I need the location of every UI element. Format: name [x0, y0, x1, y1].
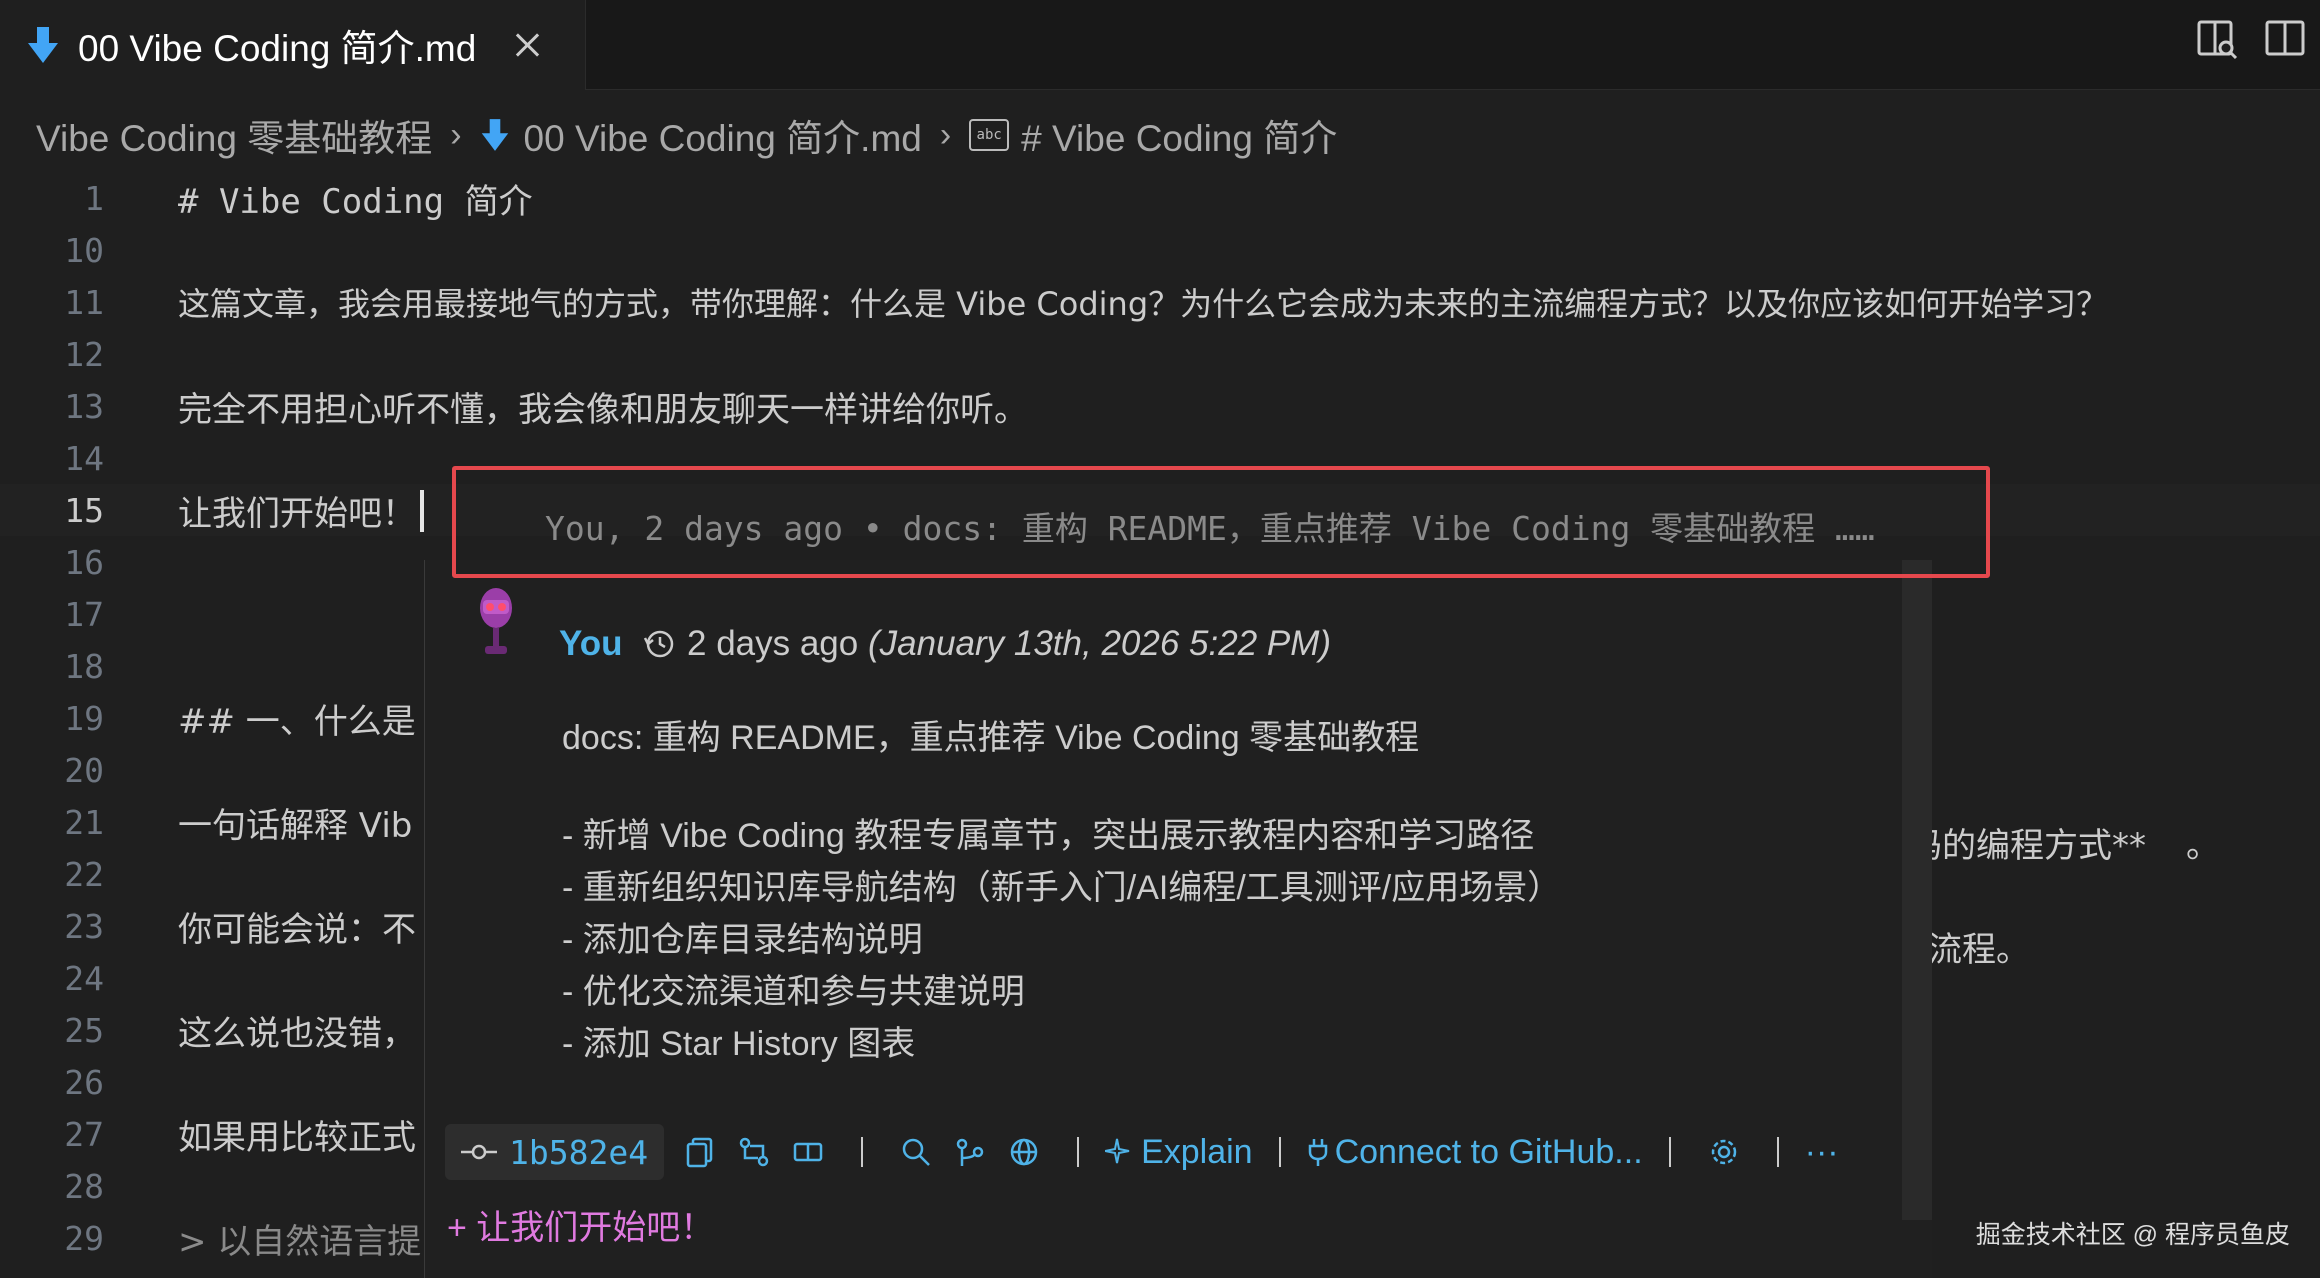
open-changes-icon[interactable] — [738, 1136, 770, 1168]
line-text: ## 一、什么是 — [178, 701, 416, 742]
watermark: 掘金技术社区 @ 程序员鱼皮 — [1975, 1221, 2290, 1249]
relative-time: 2 days ago — [687, 624, 859, 663]
line-number: 21 — [64, 802, 104, 842]
commit-action-bar: 1b582e4 Explain Connect to GitHub... ··· — [445, 1120, 1915, 1184]
breadcrumb-folder[interactable]: Vibe Coding 零基础教程 — [36, 108, 432, 162]
chevron-right-icon: › — [939, 115, 952, 154]
explain-label: Explain — [1141, 1132, 1253, 1171]
search-icon[interactable] — [900, 1136, 932, 1168]
markdown-arrow-icon — [28, 27, 58, 63]
code-line[interactable]: 1 # Vibe Coding 简介 — [0, 172, 2320, 224]
separator — [1668, 1137, 1671, 1167]
editor-window: 00 Vibe Coding 简介.md Vibe Coding 零基础教程 ›… — [0, 0, 2320, 1278]
commit-sha-button[interactable]: 1b582e4 — [445, 1124, 665, 1180]
line-number: 25 — [64, 1010, 104, 1050]
line-number: 14 — [64, 438, 104, 478]
commit-bullet: - 新增 Vibe Coding 教程专属章节，突出展示教程内容和学习路径 — [562, 817, 1535, 855]
line-number: 29 — [64, 1218, 104, 1258]
open-preview-icon[interactable] — [2196, 18, 2238, 60]
line-number: 28 — [64, 1166, 104, 1206]
line-text: 这篇文章，我会用最接地气的方式，带你理解：什么是 Vibe Coding？为什么… — [178, 285, 2109, 323]
commit-time: 2 days ago (January 13th, 2026 5:22 PM) — [687, 624, 1331, 664]
line-number: 12 — [64, 334, 104, 374]
absolute-time: (January 13th, 2026 5:22 PM) — [867, 624, 1332, 663]
string-symbol-icon: abc — [969, 119, 1010, 151]
line-number: 1 — [84, 178, 104, 218]
explain-button[interactable]: Explain — [1105, 1133, 1253, 1172]
compare-icon[interactable] — [792, 1136, 824, 1168]
line-number: 23 — [64, 906, 104, 946]
separator — [861, 1137, 864, 1167]
highlight-annotation-box — [452, 466, 1990, 578]
tab-vibe-coding-md[interactable]: 00 Vibe Coding 简介.md — [0, 0, 586, 90]
line-25-tail: 流程。 — [1928, 930, 2030, 970]
split-editor-icon[interactable] — [2264, 18, 2306, 60]
markdown-arrow-icon — [481, 119, 508, 151]
separator — [1278, 1137, 1281, 1167]
line-number: 16 — [64, 542, 104, 582]
line-number: 22 — [64, 854, 104, 894]
line-text: 一句话解释 Vib — [178, 805, 413, 846]
avatar-robot-icon — [480, 588, 512, 654]
commit-bullet: - 添加 Star History 图表 — [562, 1025, 916, 1063]
code-line[interactable]: 10 — [0, 224, 2320, 276]
globe-icon[interactable] — [1008, 1136, 1040, 1168]
line-text: # Vibe Coding 简介 — [178, 181, 533, 222]
commit-bullet: - 重新组织知识库导航结构（新手入门/AI编程/工具测评/应用场景） — [562, 869, 1562, 907]
text-cursor — [420, 490, 424, 532]
breadcrumb-file[interactable]: 00 Vibe Coding 简介.md — [524, 108, 922, 162]
line-21-tail-end: 。 — [2186, 826, 2220, 866]
line-text: 完全不用担心听不懂，我会像和朋友聊天一样讲给你听。 — [178, 389, 1028, 430]
line-text: 你可能会说：不 — [178, 909, 416, 950]
line-text: 如果用比较正式 — [178, 1117, 416, 1158]
line-number: 20 — [64, 750, 104, 790]
line-number: 24 — [64, 958, 104, 998]
plug-icon — [1308, 1139, 1327, 1166]
line-number: 15 — [64, 490, 104, 530]
graph-icon[interactable] — [954, 1136, 986, 1168]
line-number: 27 — [64, 1114, 104, 1154]
git-commit-icon — [461, 1144, 497, 1160]
commit-message-body: - 新增 Vibe Coding 教程专属章节，突出展示教程内容和学习路径 - … — [562, 810, 1561, 1070]
line-text: 让我们开始吧！ — [178, 493, 416, 534]
code-line[interactable]: 13 完全不用担心听不懂，我会像和朋友聊天一样讲给你听。 — [0, 380, 2320, 432]
history-icon — [643, 630, 674, 658]
breadcrumb-symbol[interactable]: # Vibe Coding 简介 — [1021, 108, 1337, 162]
connect-github-button[interactable]: Connect to GitHub... — [1307, 1133, 1643, 1172]
line-number: 26 — [64, 1062, 104, 1102]
line-number: 17 — [64, 594, 104, 634]
sparkle-icon — [1105, 1138, 1130, 1164]
git-blame-hover-popup: You 2 days ago (January 13th, 2026 5:22 … — [424, 560, 1932, 1278]
code-line[interactable]: 11 这篇文章，我会用最接地气的方式，带你理解：什么是 Vibe Coding？为… — [0, 276, 2320, 328]
line-text: > 以自然语言提 — [178, 1221, 422, 1262]
commit-bullet: - 添加仓库目录结构说明 — [562, 921, 923, 959]
breadcrumb: Vibe Coding 零基础教程 › 00 Vibe Coding 简介.md… — [0, 100, 2320, 170]
settings-icon[interactable] — [1708, 1136, 1740, 1168]
commit-author[interactable]: You — [559, 624, 623, 664]
tab-label: 00 Vibe Coding 简介.md — [78, 28, 477, 69]
line-number: 19 — [64, 698, 104, 738]
line-text: 这么说也没错， — [178, 1013, 416, 1054]
tab-bar: 00 Vibe Coding 简介.md — [0, 0, 2320, 90]
close-tab-icon[interactable] — [512, 30, 542, 60]
line-21-tail-bold: 码的编程方式** — [1908, 826, 2146, 866]
separator — [1077, 1137, 1080, 1167]
line-number: 10 — [64, 230, 104, 270]
commit-message-title: docs: 重构 README，重点推荐 Vibe Coding 零基础教程 — [562, 719, 1420, 757]
separator — [1776, 1137, 1779, 1167]
added-line-preview: + 让我们开始吧！ — [447, 1209, 715, 1247]
line-number: 11 — [64, 282, 104, 322]
commit-sha: 1b582e4 — [509, 1132, 649, 1172]
more-actions-button[interactable]: ··· — [1805, 1133, 1839, 1172]
line-number: 18 — [64, 646, 104, 686]
commit-bullet: - 优化交流渠道和参与共建说明 — [562, 973, 1025, 1011]
chevron-right-icon: › — [450, 115, 462, 154]
line-number: 13 — [64, 386, 104, 426]
connect-github-label: Connect to GitHub... — [1334, 1132, 1643, 1171]
copy-icon[interactable] — [684, 1136, 716, 1168]
code-line[interactable]: 12 — [0, 328, 2320, 380]
